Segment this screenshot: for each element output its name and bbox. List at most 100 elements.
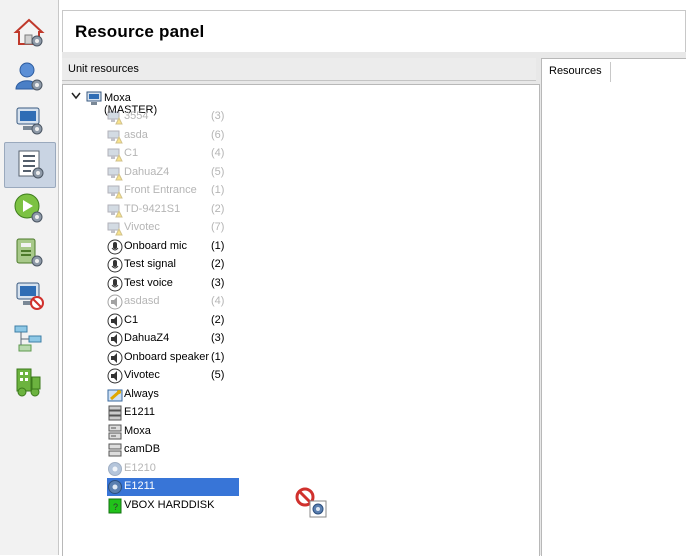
tree-item-label: C1 [124, 147, 139, 159]
schedule-icon [107, 389, 123, 401]
camera-settings-button[interactable] [11, 102, 47, 138]
tree-item[interactable]: asdasd (4) [107, 293, 237, 311]
resource-panel-icon [18, 150, 44, 179]
tree-item-label: Onboard mic [124, 239, 187, 252]
chevron-down-icon[interactable] [71, 92, 81, 100]
tab-resources-label: Resources [549, 65, 602, 77]
tree-item-label: Vivotec [124, 369, 160, 381]
tree-item[interactable]: DahuaZ4 (5) [107, 164, 237, 182]
camera-settings-icon [16, 107, 43, 135]
tree-item[interactable]: Always [107, 386, 237, 404]
no-drop-cursor-icon [295, 487, 327, 518]
tree-item-count: (1) [211, 239, 225, 252]
tree-item[interactable]: C1 (2) [107, 312, 237, 330]
tree-item-count: (1) [211, 184, 225, 196]
microphone-icon [107, 257, 123, 273]
database-icon [108, 443, 122, 457]
camera-warning-icon [107, 204, 123, 217]
tree-item-label: asda [124, 128, 148, 141]
tree-item-label: E1210 [124, 461, 156, 474]
device-settings-icon [16, 238, 43, 267]
svg-text:?: ? [113, 502, 118, 512]
tree-item[interactable]: E1211 [107, 404, 237, 422]
tree-item[interactable]: 3554 (3) [107, 108, 237, 126]
building-button[interactable] [11, 364, 47, 400]
tree-item-label: Onboard speaker [124, 350, 209, 363]
tree-item-label: Test voice [124, 276, 173, 289]
tree-item[interactable]: Test signal (2) [107, 256, 237, 274]
tree-item-label: DahuaZ4 [124, 332, 170, 344]
tree-item-label: 3554 [124, 110, 149, 122]
camera-warning-icon [107, 222, 123, 236]
speaker-icon [107, 350, 123, 365]
tree-item-label: C1 [124, 313, 139, 326]
tree-item[interactable]: Onboard speaker (1) [107, 349, 237, 367]
camera-warning-icon [107, 148, 123, 162]
tree-item-count: (6) [211, 128, 225, 141]
header-bar: Resource panel [62, 10, 686, 53]
tree-item[interactable]: C1 (4) [107, 145, 237, 163]
user-settings-icon [15, 62, 43, 91]
tab-resources[interactable]: Resources [543, 62, 611, 82]
tree-item-count: (1) [211, 350, 225, 363]
camera-warning-icon [107, 130, 123, 143]
tree-item[interactable]: E1211 [107, 478, 239, 496]
tree-item[interactable]: TD-9421S1 (2) [107, 201, 237, 219]
gear-icon [108, 461, 122, 476]
tree-item[interactable]: Test voice (3) [107, 275, 237, 293]
network-tree-button[interactable] [11, 320, 47, 356]
tree-item[interactable]: Vivotec (5) [107, 367, 237, 385]
unit-resources-header: Unit resources [62, 58, 536, 81]
tree-item-label: VBOX HARDDISK [124, 498, 215, 511]
speaker-icon [107, 331, 123, 347]
camera-blocked-button[interactable] [11, 277, 47, 313]
tree-item-count: (2) [211, 313, 225, 326]
resources-panel: Resources [541, 58, 686, 556]
home-settings-button[interactable] [11, 14, 47, 50]
play-settings-button[interactable] [11, 190, 47, 226]
tree-item[interactable]: asda (6) [107, 127, 237, 145]
tree-item[interactable]: ? VBOX HARDDISK [107, 497, 237, 515]
microphone-icon [107, 276, 123, 291]
camera-blocked-icon [16, 282, 44, 310]
speaker-icon [107, 368, 123, 384]
tree-item-label: camDB [124, 443, 161, 455]
speaker-icon [107, 294, 123, 310]
device-settings-button[interactable] [11, 234, 47, 270]
tree-item-count: (4) [211, 147, 225, 159]
tree-item[interactable]: Front Entrance (1) [107, 182, 237, 200]
sidebar-toolbar [0, 0, 59, 555]
resource-panel-button[interactable] [4, 142, 56, 188]
home-settings-icon [13, 18, 45, 47]
play-settings-icon [14, 193, 43, 223]
camera-warning-icon [107, 185, 123, 199]
io-device-icon [108, 405, 122, 421]
building-icon [16, 368, 41, 397]
tree-item-count: (3) [211, 276, 225, 289]
tree-item-label: Vivotec [124, 221, 160, 233]
tree-item-label: Moxa [124, 424, 151, 437]
tree-item-label: TD-9421S1 [124, 202, 181, 215]
tree-item-count: (2) [211, 202, 225, 215]
camera-warning-icon [107, 167, 123, 180]
user-settings-button[interactable] [11, 58, 47, 94]
tree-item-count: (3) [211, 332, 225, 344]
tree-item-count: (2) [211, 258, 225, 270]
tree-item-label: E1211 [124, 406, 155, 418]
server-icon [108, 424, 122, 439]
tree-item[interactable]: camDB [107, 441, 237, 459]
tree-item-label: Always [124, 387, 159, 400]
tree-item-count: (3) [211, 110, 225, 122]
disk-icon: ? [108, 498, 122, 513]
network-tree-icon [14, 325, 42, 352]
tree-item-label: Front Entrance [124, 184, 197, 196]
tree-item[interactable]: Moxa [107, 423, 237, 441]
tree-item[interactable]: DahuaZ4 (3) [107, 330, 237, 348]
tree-item-count: (7) [211, 221, 225, 233]
tree-item[interactable]: Onboard mic (1) [107, 238, 237, 256]
tree-item[interactable]: Vivotec (7) [107, 219, 237, 237]
page-title: Resource panel [75, 22, 205, 41]
server-icon [86, 91, 102, 105]
unit-resources-title: Unit resources [68, 63, 139, 75]
tree-item[interactable]: E1210 [107, 460, 237, 478]
